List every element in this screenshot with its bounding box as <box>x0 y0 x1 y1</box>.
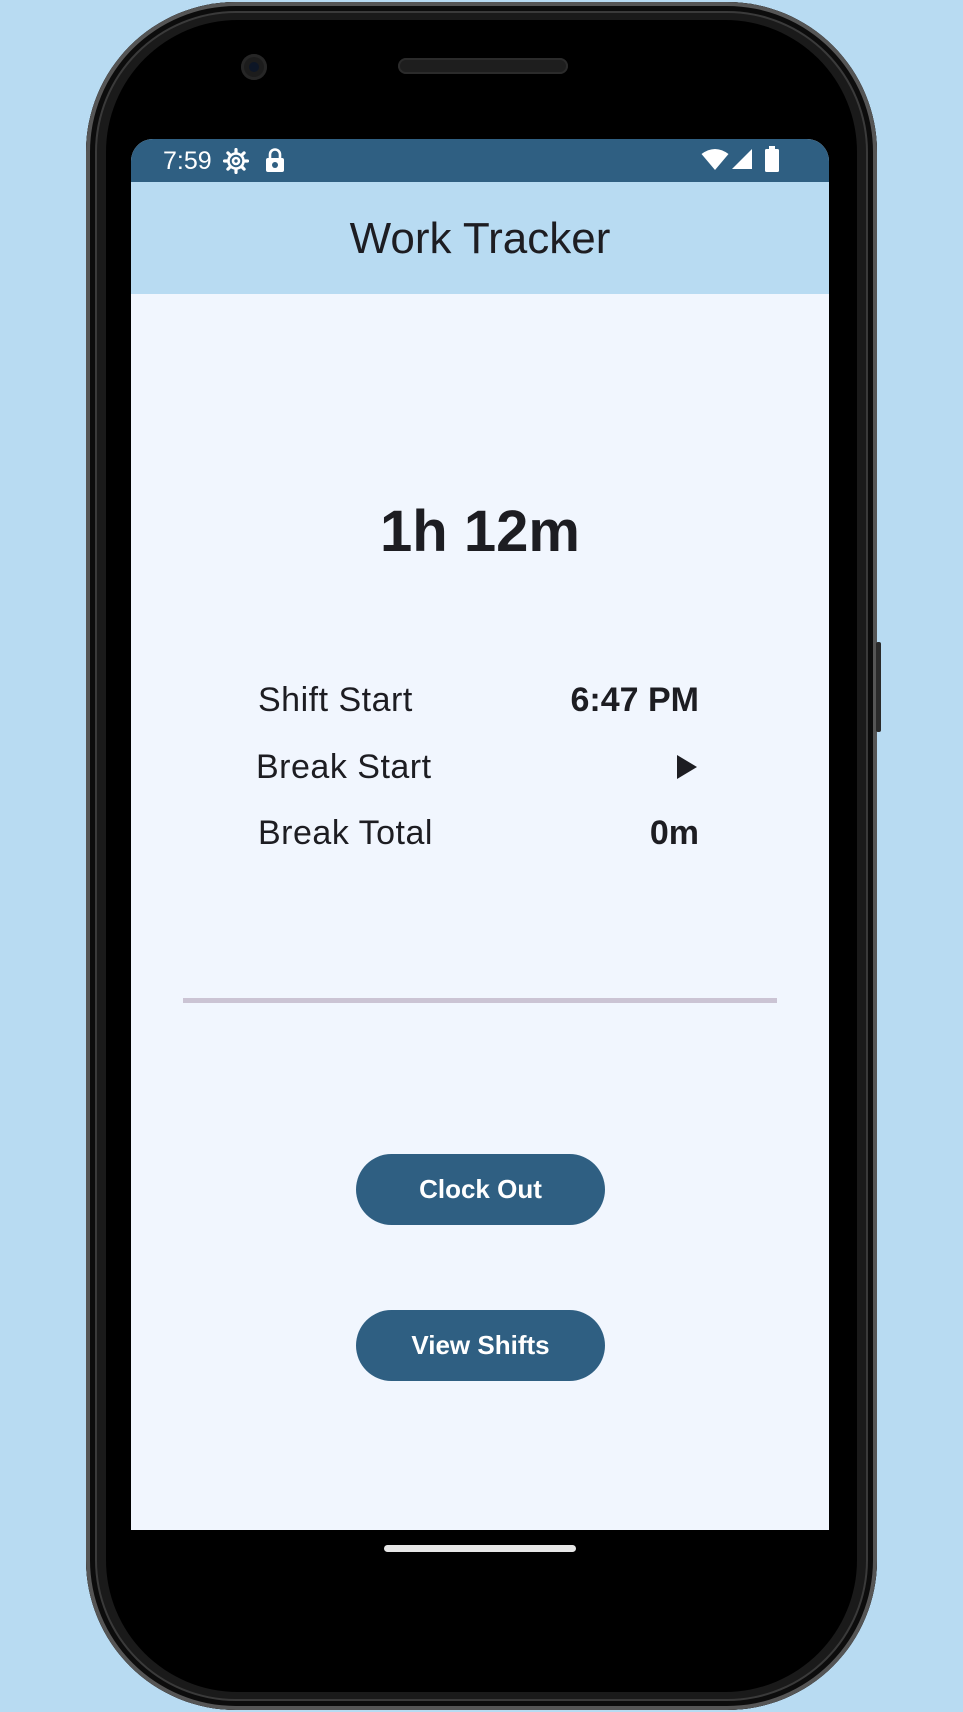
settings-gear-icon <box>223 148 249 174</box>
shift-start-value: 6:47 PM <box>570 681 700 719</box>
status-time: 7:59 <box>163 147 212 175</box>
break-total-label: Break Total <box>258 814 433 852</box>
cell-signal-icon <box>732 149 752 169</box>
app-title: Work Tracker <box>349 214 611 263</box>
app-bar: Work Tracker <box>131 182 829 294</box>
wifi-icon <box>701 149 729 170</box>
clock-out-button[interactable]: Clock Out <box>356 1154 605 1225</box>
shift-start-label: Shift Start <box>258 681 413 719</box>
app-screen: 7:59 Work Tracker 1h 12m Shift Start 6:4… <box>131 139 829 1530</box>
view-shifts-button[interactable]: View Shifts <box>356 1310 605 1381</box>
earpiece-speaker <box>398 58 568 74</box>
play-icon[interactable] <box>671 751 703 783</box>
front-camera <box>241 54 267 80</box>
battery-icon <box>765 146 779 172</box>
break-total-value: 0m <box>649 814 699 852</box>
home-indicator[interactable] <box>384 1545 576 1552</box>
gesture-nav-bar <box>131 1530 829 1610</box>
status-bar: 7:59 <box>131 139 829 182</box>
lock-icon <box>266 148 284 172</box>
elapsed-time: 1h 12m <box>380 499 580 564</box>
divider <box>183 998 777 1003</box>
volume-button <box>876 642 881 732</box>
break-start-label: Break Start <box>256 748 432 786</box>
